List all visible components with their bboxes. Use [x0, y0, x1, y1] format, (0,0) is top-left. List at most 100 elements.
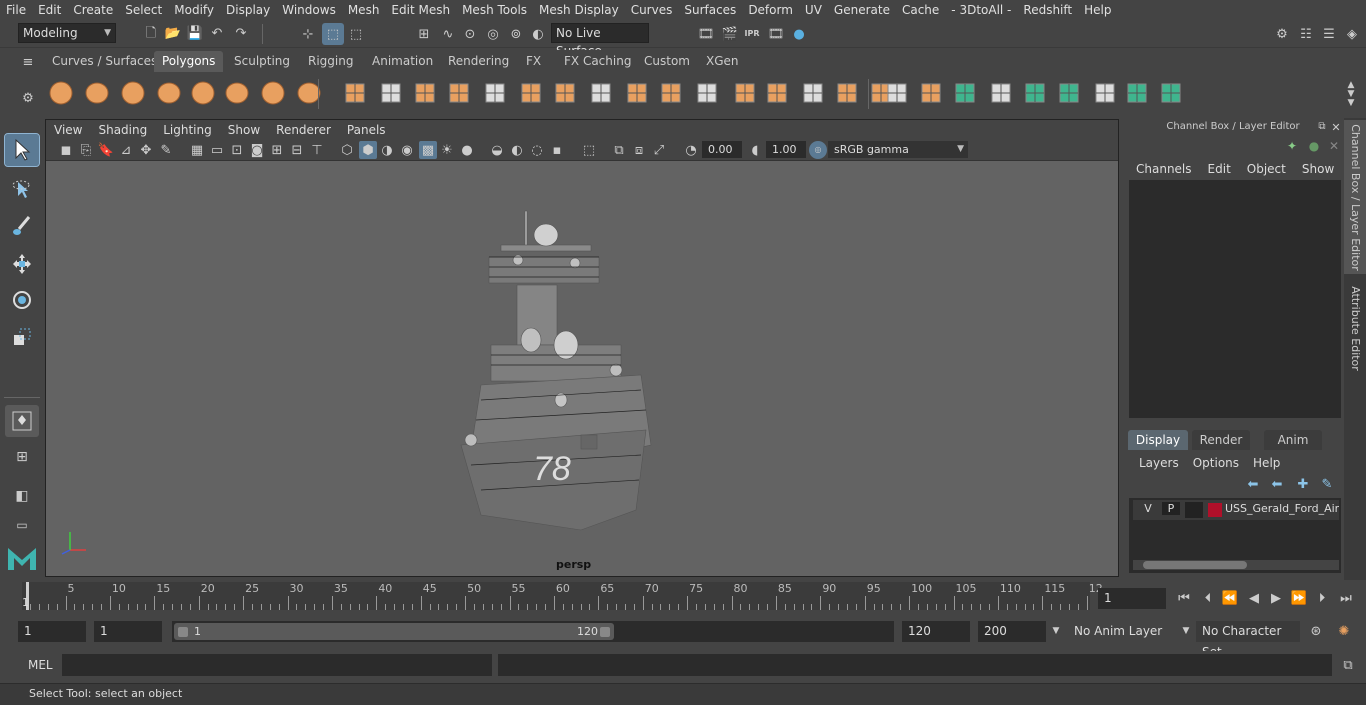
shelf-extrude-button[interactable]	[656, 79, 686, 107]
menu-select[interactable]: Select	[119, 0, 168, 20]
open-scene-icon[interactable]: 📂	[164, 24, 182, 42]
menu-surfaces[interactable]: Surfaces	[678, 0, 742, 20]
channel-lock-icon[interactable]: ✕	[1326, 138, 1342, 154]
2d-pan-zoom-icon[interactable]: ✥	[138, 142, 154, 158]
viewport-menu-lighting[interactable]: Lighting	[155, 123, 220, 137]
soft-select-button[interactable]	[5, 405, 39, 437]
select-component-icon[interactable]: ⬚	[346, 24, 366, 44]
float-panel-icon[interactable]: ⧉	[1316, 120, 1328, 134]
scrollbar-thumb[interactable]	[1143, 561, 1247, 569]
layer-playback-toggle[interactable]: P	[1162, 502, 1180, 515]
shelf-boolean-button[interactable]	[444, 79, 474, 107]
shelf-reduce-button[interactable]	[516, 79, 546, 107]
playback-end-field[interactable]: 120	[902, 621, 970, 642]
shelf-fill-hole-button[interactable]	[916, 79, 946, 107]
film-gate-icon[interactable]: ▭	[209, 142, 225, 158]
timeline-ruler[interactable]: 5 10 15 20 25 30 35 40 45 50 55 60 65 70 75 80 85 90 95 100…	[22, 582, 1103, 610]
viewport-menu-shading[interactable]: Shading	[90, 123, 155, 137]
snap-curve-icon[interactable]: ∿	[438, 24, 458, 44]
rotate-tool-button[interactable]	[5, 284, 39, 316]
step-back-key-icon[interactable]: ⏴	[1198, 588, 1218, 608]
channel-menu-channels[interactable]: Channels	[1128, 160, 1200, 178]
lasso-tool-button[interactable]	[5, 174, 39, 206]
shelf-smooth-button[interactable]	[480, 79, 510, 107]
channel-menu-show[interactable]: Show	[1294, 160, 1342, 178]
snap-view-icon[interactable]: ◎	[483, 24, 503, 44]
layer-tab-display[interactable]: Display	[1128, 430, 1188, 450]
shelf-torus-button[interactable]	[222, 79, 252, 107]
menu-uv[interactable]: UV	[799, 0, 828, 20]
shelf-extract-button[interactable]	[410, 79, 440, 107]
ipr-render-icon[interactable]: IPR	[742, 24, 762, 44]
isolate-icon[interactable]: ◒	[489, 142, 505, 158]
colorspace-dropdown[interactable]: sRGB gamma ▼	[828, 141, 968, 158]
layout-icon[interactable]: ◧	[8, 484, 36, 508]
safe-title-icon[interactable]: ⊤	[309, 142, 325, 158]
step-forward-key-icon[interactable]: ⏵	[1312, 588, 1332, 608]
menu-windows[interactable]: Windows	[276, 0, 342, 20]
shelf-tab-rigging[interactable]: Rigging	[300, 51, 361, 72]
viewport-menu-panels[interactable]: Panels	[339, 123, 394, 137]
layer-tab-render[interactable]: Render	[1192, 430, 1250, 450]
gate-mask-icon[interactable]: ◙	[249, 142, 265, 158]
shelf-tab-sculpting[interactable]: Sculpting	[226, 51, 298, 72]
select-camera-icon[interactable]: ⬚	[581, 142, 597, 158]
menu-deform[interactable]: Deform	[742, 0, 799, 20]
grease-pencil-icon[interactable]: ✎	[158, 142, 174, 158]
start-time-field[interactable]: 1	[18, 621, 86, 642]
smooth-shade-icon[interactable]: ⬢	[359, 141, 377, 159]
range-slider-track[interactable]: 1 120	[172, 621, 894, 642]
shelf-scroll-icon[interactable]: ▲ ▼ ▼	[1344, 76, 1358, 112]
layer-tab-anim[interactable]: Anim	[1264, 430, 1322, 450]
layer-scrollbar[interactable]	[1133, 560, 1339, 570]
shelf-mirror-button[interactable]	[550, 79, 580, 107]
viewport-menu-renderer[interactable]: Renderer	[268, 123, 339, 137]
motion-blur-icon[interactable]: ◌	[529, 142, 545, 158]
move-tool-button[interactable]	[5, 248, 39, 280]
single-perspective-layout-icon[interactable]: ⊞	[8, 446, 36, 468]
layer-visibility-toggle[interactable]: V	[1139, 502, 1157, 515]
shelf-bridge-button[interactable]	[586, 79, 616, 107]
tool-settings-toggle-icon[interactable]: ☰	[1319, 24, 1339, 44]
hypershade-icon[interactable]: ●	[789, 24, 809, 44]
undo-icon[interactable]: ↶	[208, 24, 226, 42]
menu-edit-mesh[interactable]: Edit Mesh	[385, 0, 456, 20]
menu-generate[interactable]: Generate	[828, 0, 896, 20]
menu-curves[interactable]: Curves	[625, 0, 679, 20]
select-tool-button[interactable]	[4, 133, 40, 167]
menu-modify[interactable]: Modify	[168, 0, 220, 20]
current-frame-field[interactable]: 1	[1098, 588, 1166, 609]
shelf-multi-cut-button[interactable]	[730, 79, 760, 107]
outliner-layout-icon[interactable]: ▭	[8, 518, 36, 532]
render-settings-icon[interactable]: 🎞	[766, 24, 786, 44]
gamma-field[interactable]: 1.00	[766, 141, 806, 158]
shelf-plane-button[interactable]	[188, 79, 218, 107]
mel-input[interactable]	[62, 654, 492, 676]
grid-icon[interactable]: ▦	[189, 142, 205, 158]
channel-menu-edit[interactable]: Edit	[1200, 160, 1239, 178]
shelf-pipe-button[interactable]	[294, 79, 324, 107]
new-layer-selected-icon[interactable]: ✎	[1318, 476, 1336, 492]
shelf-insert-edge-loop-button[interactable]	[762, 79, 792, 107]
layer-menu-help[interactable]: Help	[1246, 454, 1287, 472]
shelf-cube-button[interactable]	[82, 79, 112, 107]
shelf-tab-fx[interactable]: FX	[518, 51, 549, 72]
shelf-menu-icon[interactable]: ≡	[20, 54, 36, 70]
playback-start-field[interactable]: 1	[94, 621, 162, 642]
shelf-separate-button[interactable]	[376, 79, 406, 107]
shadows-icon[interactable]: ●	[459, 142, 475, 158]
redo-icon[interactable]: ↷	[232, 24, 250, 42]
viewport-menu-show[interactable]: Show	[220, 123, 268, 137]
default-lighting-icon[interactable]: ◑	[379, 142, 395, 158]
color-management-icon[interactable]: ◎	[809, 141, 827, 159]
side-tab-attribute-editor[interactable]: Attribute Editor	[1344, 280, 1366, 376]
shelf-tab-curves-surfaces[interactable]: Curves / Surfaces	[44, 51, 165, 72]
layer-menu-options[interactable]: Options	[1186, 454, 1246, 472]
character-set-dropdown[interactable]: No Character Set	[1196, 621, 1300, 659]
channel-menu-object[interactable]: Object	[1239, 160, 1294, 178]
image-plane-icon[interactable]: ⊿	[118, 142, 134, 158]
save-scene-icon[interactable]: 💾	[186, 24, 204, 42]
anti-alias-icon[interactable]: ▪	[549, 142, 565, 158]
workspace-icon[interactable]: ⚙	[1272, 24, 1292, 44]
use-all-lights-icon[interactable]: ☀	[439, 142, 455, 158]
